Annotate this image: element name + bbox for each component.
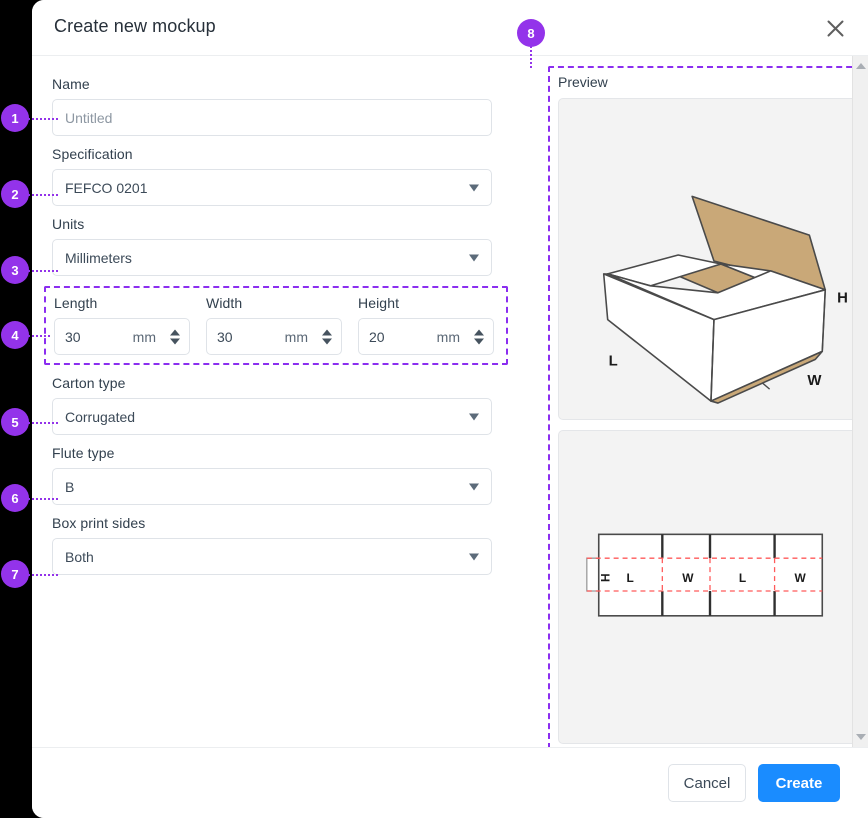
annotation-badge-1[interactable]: 1: [1, 104, 29, 132]
chevron-up-icon[interactable]: [856, 63, 866, 69]
chevron-down-icon: [469, 254, 479, 261]
stepper-down-icon[interactable]: [322, 338, 332, 344]
field-units: Units Millimeters: [52, 216, 494, 276]
annotation-badge-6[interactable]: 6: [1, 484, 29, 512]
connector-1: [28, 118, 58, 120]
width-stepper[interactable]: [322, 329, 332, 344]
chevron-down-icon: [469, 184, 479, 191]
dialog-header: Create new mockup: [32, 0, 868, 56]
length-value: 30: [65, 329, 81, 345]
field-width: Width 30 mm: [206, 295, 342, 355]
panel-label-2: L: [739, 571, 746, 585]
dialog-body: Name Untitled Specification FEFCO 0201 U…: [32, 56, 868, 747]
units-label: Units: [52, 216, 494, 232]
connector-2: [28, 194, 58, 196]
close-icon[interactable]: [818, 11, 852, 45]
carton-type-label: Carton type: [52, 375, 494, 391]
field-height: Height 20 mm: [358, 295, 494, 355]
width-unit: mm: [285, 329, 308, 345]
units-value: Millimeters: [65, 250, 132, 266]
chevron-down-icon: [469, 553, 479, 560]
annotation-badge-2[interactable]: 2: [1, 180, 29, 208]
name-label: Name: [52, 76, 494, 92]
panel-label-1: W: [682, 571, 694, 585]
create-button[interactable]: Create: [758, 764, 840, 802]
stepper-up-icon[interactable]: [170, 329, 180, 335]
field-flute-type: Flute type B: [52, 445, 494, 505]
dialog-footer: Cancel Create: [32, 747, 868, 818]
label-height: H: [837, 291, 848, 307]
width-value: 30: [217, 329, 233, 345]
preview-dieline[interactable]: L W L W H: [558, 430, 864, 744]
panel-label-3: W: [794, 571, 806, 585]
connector-3: [28, 270, 58, 272]
height-unit: mm: [437, 329, 460, 345]
field-name: Name Untitled: [52, 76, 494, 136]
width-label: Width: [206, 295, 342, 311]
stepper-down-icon[interactable]: [474, 338, 484, 344]
width-input[interactable]: 30 mm: [206, 318, 342, 355]
glue-tab-label: H: [599, 573, 613, 582]
chevron-down-icon: [469, 413, 479, 420]
dimensions-group: Length 30 mm Width 30: [44, 286, 508, 365]
field-carton-type: Carton type Corrugated: [52, 375, 494, 435]
box-print-sides-value: Both: [65, 549, 94, 565]
annotation-badge-4[interactable]: 4: [1, 321, 29, 349]
name-input[interactable]: Untitled: [52, 99, 492, 136]
box-print-sides-select[interactable]: Both: [52, 538, 492, 575]
flute-type-value: B: [65, 479, 74, 495]
preview-label: Preview: [558, 74, 608, 90]
preview-column: Preview: [516, 56, 868, 747]
flute-type-select[interactable]: B: [52, 468, 492, 505]
connector-7: [28, 574, 58, 576]
connector-6: [28, 498, 58, 500]
annotation-badge-3[interactable]: 3: [1, 256, 29, 284]
annotation-badge-7[interactable]: 7: [1, 560, 29, 588]
specification-label: Specification: [52, 146, 494, 162]
label-width: W: [807, 373, 822, 389]
length-stepper[interactable]: [170, 329, 180, 344]
length-label: Length: [54, 295, 190, 311]
units-select[interactable]: Millimeters: [52, 239, 492, 276]
field-length: Length 30 mm: [54, 295, 190, 355]
preview-scrollbar[interactable]: [852, 56, 868, 747]
stepper-up-icon[interactable]: [474, 329, 484, 335]
form-column: Name Untitled Specification FEFCO 0201 U…: [32, 56, 516, 747]
height-label: Height: [358, 295, 494, 311]
annotation-badge-8[interactable]: 8: [517, 19, 545, 47]
stepper-down-icon[interactable]: [170, 338, 180, 344]
name-input-value: Untitled: [65, 110, 112, 126]
annotation-badge-5[interactable]: 5: [1, 408, 29, 436]
label-length: L: [609, 353, 618, 369]
chevron-down-icon: [469, 483, 479, 490]
panel-label-0: L: [627, 571, 634, 585]
carton-type-value: Corrugated: [65, 409, 135, 425]
field-specification: Specification FEFCO 0201: [52, 146, 494, 206]
connector-8: [530, 46, 532, 68]
connector-4: [28, 335, 50, 337]
specification-select[interactable]: FEFCO 0201: [52, 169, 492, 206]
cancel-button[interactable]: Cancel: [668, 764, 746, 802]
chevron-down-icon[interactable]: [856, 734, 866, 740]
box-print-sides-label: Box print sides: [52, 515, 494, 531]
dialog-title: Create new mockup: [54, 16, 216, 37]
carton-type-select[interactable]: Corrugated: [52, 398, 492, 435]
specification-value: FEFCO 0201: [65, 180, 147, 196]
preview-3d-box[interactable]: L W H: [558, 98, 864, 420]
connector-5: [28, 422, 58, 424]
length-unit: mm: [133, 329, 156, 345]
height-input[interactable]: 20 mm: [358, 318, 494, 355]
field-box-print-sides: Box print sides Both: [52, 515, 494, 575]
flute-type-label: Flute type: [52, 445, 494, 461]
create-mockup-dialog: Create new mockup Name Untitled Specific…: [32, 0, 868, 818]
stepper-up-icon[interactable]: [322, 329, 332, 335]
length-input[interactable]: 30 mm: [54, 318, 190, 355]
height-value: 20: [369, 329, 385, 345]
height-stepper[interactable]: [474, 329, 484, 344]
